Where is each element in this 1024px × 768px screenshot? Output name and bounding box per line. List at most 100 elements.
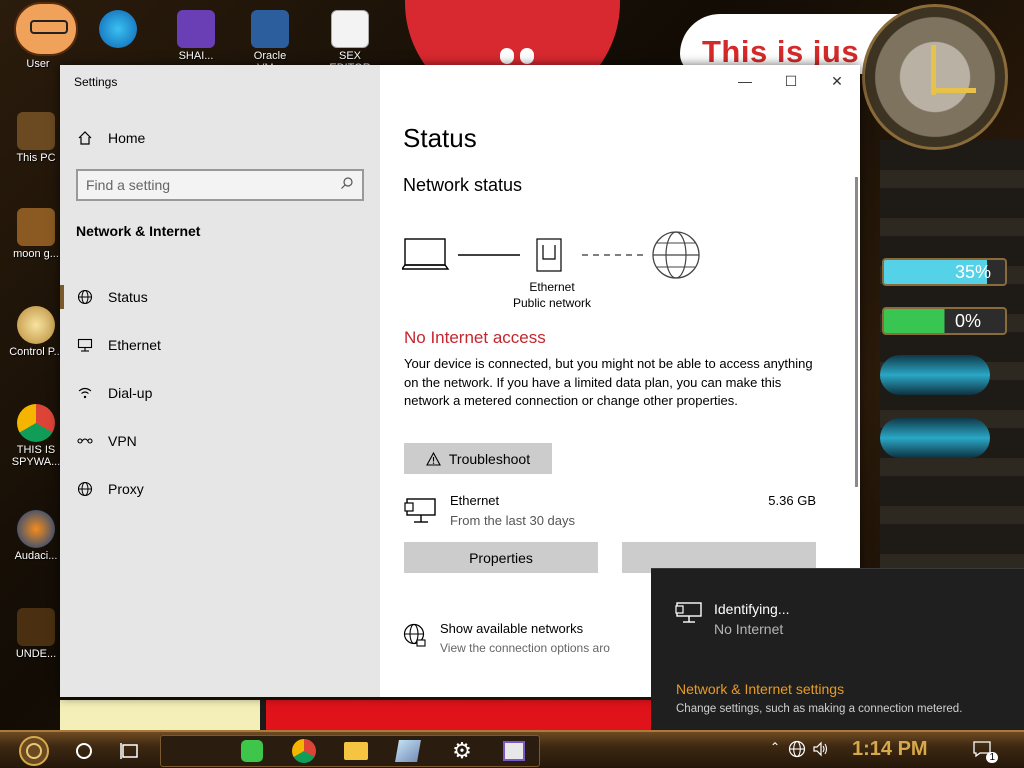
flyout-connection-status[interactable]: Identifying... (714, 601, 790, 617)
taskbar-app-chrome[interactable] (284, 735, 324, 767)
troubleshoot-label: Troubleshoot (448, 450, 531, 467)
wallpaper-stripe (60, 700, 660, 730)
hex-editor-icon (331, 10, 369, 48)
diagram-caption: Ethernet Public network (502, 279, 602, 311)
steampunk-start-icon (19, 736, 49, 766)
notification-center-button[interactable]: 1 (972, 740, 998, 763)
start-button[interactable] (12, 735, 56, 767)
section-title: Network & Internet (76, 223, 201, 239)
notes-app-icon (241, 740, 263, 762)
moon-icon (17, 208, 55, 246)
laptop-icon (402, 238, 450, 270)
desktop-icon-undertale[interactable]: UNDE... (8, 608, 64, 660)
nav-item-status[interactable]: Status (60, 273, 380, 321)
desktop-icon-label: SHAI... (178, 50, 214, 62)
desktop-icon-label: THIS IS SPYWA... (11, 444, 61, 468)
properties-label: Properties (469, 549, 533, 566)
nav-item-dialup[interactable]: Dial-up (60, 369, 380, 417)
search-button[interactable] (64, 735, 104, 767)
network-settings-desc: Change settings, such as making a connec… (676, 703, 963, 715)
taskbar-app-notes[interactable] (232, 735, 272, 767)
ram-gauge-label: 0% (955, 311, 982, 331)
desktop-icon-moon[interactable]: moon g... (8, 208, 64, 260)
desktop-icon-label: Audaci... (14, 550, 58, 562)
search-box[interactable] (76, 169, 364, 201)
nav-item-proxy[interactable]: Proxy (60, 465, 380, 513)
globe-network-icon (402, 623, 428, 654)
desktop-icon-audacity[interactable]: Audaci... (8, 510, 64, 562)
notification-count-badge: 1 (986, 752, 998, 763)
this-pc-icon (17, 112, 55, 150)
properties-button[interactable]: Properties (404, 542, 598, 573)
no-internet-heading: No Internet access (404, 328, 546, 347)
nav-item-label: Status (108, 289, 148, 305)
nav-item-label: Proxy (108, 481, 144, 497)
data-usage-row: Ethernet From the last 30 days 5.36 GB (404, 493, 816, 533)
home-icon (76, 129, 94, 147)
page-title: Status (403, 123, 477, 153)
volume-icon[interactable] (812, 740, 830, 762)
diagram-caption-adapter: Ethernet (529, 280, 575, 294)
network-tray-icon[interactable] (788, 740, 806, 762)
folder-icon (344, 742, 368, 760)
decor-tube (880, 355, 990, 395)
task-view-button[interactable] (110, 735, 150, 767)
desktop-icon-user[interactable]: User (10, 58, 66, 70)
audacity-icon (17, 510, 55, 548)
ethernet-icon (675, 601, 703, 630)
scrollbar[interactable] (855, 177, 858, 487)
taskbar-app-settings[interactable]: ⚙ (442, 735, 482, 767)
show-networks-title: Show available networks (440, 621, 584, 636)
virtualbox-icon (251, 10, 289, 48)
show-networks-desc: View the connection options aro (440, 641, 610, 655)
user-avatar-icon[interactable] (14, 2, 78, 56)
usage-amount: 5.36 GB (768, 493, 816, 508)
clock-hand-icon (931, 88, 976, 93)
taskbar: ⚙ ⌃ 1:14 PM 1 (0, 730, 1024, 768)
globe-icon (76, 288, 94, 306)
globe-icon (76, 480, 94, 498)
dialup-icon (76, 384, 94, 402)
diagram-caption-profile: Public network (512, 296, 592, 310)
ethernet-icon (76, 336, 94, 354)
usage-adapter-name: Ethernet (450, 493, 500, 508)
search-input[interactable] (86, 177, 340, 193)
network-flyout: Identifying... No Internet Network & Int… (651, 568, 1024, 730)
ram-gauge (882, 307, 1007, 335)
nav-item-vpn[interactable]: VPN (60, 417, 380, 465)
desktop-icon-control-panel[interactable]: Control P... (8, 306, 64, 358)
desktop-icon-this-pc[interactable]: This PC (8, 112, 64, 164)
taskbar-app-generic[interactable] (494, 735, 534, 767)
settings-nav-pane: Settings Home Network & Internet Status (60, 65, 380, 697)
search-icon[interactable] (340, 176, 354, 195)
desktop-icon-label: Control P... (9, 346, 63, 358)
nav-home[interactable]: Home (76, 129, 145, 147)
taskbar-clock[interactable]: 1:14 PM (852, 738, 928, 761)
taskbar-app-paint[interactable] (388, 735, 428, 767)
taskbar-app-file-explorer[interactable] (336, 735, 376, 767)
decor-tube (880, 418, 990, 458)
desktop-icon-chrome[interactable]: THIS IS SPYWA... (8, 404, 64, 468)
desktop-icon-visual-studio[interactable]: SHAI... (168, 10, 224, 62)
window-title: Settings (74, 75, 118, 89)
chrome-icon (292, 739, 316, 763)
paint-icon (395, 740, 421, 762)
desktop-icon-edge[interactable] (90, 10, 146, 50)
network-status-title: Network status (403, 175, 523, 195)
notification-icon: 1 (972, 740, 998, 763)
nav-item-ethernet[interactable]: Ethernet (60, 321, 380, 369)
show-hidden-icons-button[interactable]: ⌃ (770, 740, 780, 754)
control-panel-icon (17, 306, 55, 344)
troubleshoot-button[interactable]: Troubleshoot (404, 443, 552, 474)
ethernet-port-icon (536, 238, 562, 272)
flyout-connection-substatus: No Internet (714, 621, 784, 637)
cpu-gauge-label: 35% (955, 262, 992, 282)
desktop-icon-label: moon g... (13, 248, 59, 260)
internet-globe-icon (652, 231, 700, 279)
network-settings-link[interactable]: Network & Internet settings (676, 681, 844, 697)
nav-list: Status Ethernet Dial-up VPN Proxy (60, 273, 380, 513)
cortana-circle-icon (76, 743, 92, 759)
gear-icon: ⚙ (452, 738, 472, 763)
nav-item-label: VPN (108, 433, 137, 449)
app-window-icon (503, 741, 525, 761)
